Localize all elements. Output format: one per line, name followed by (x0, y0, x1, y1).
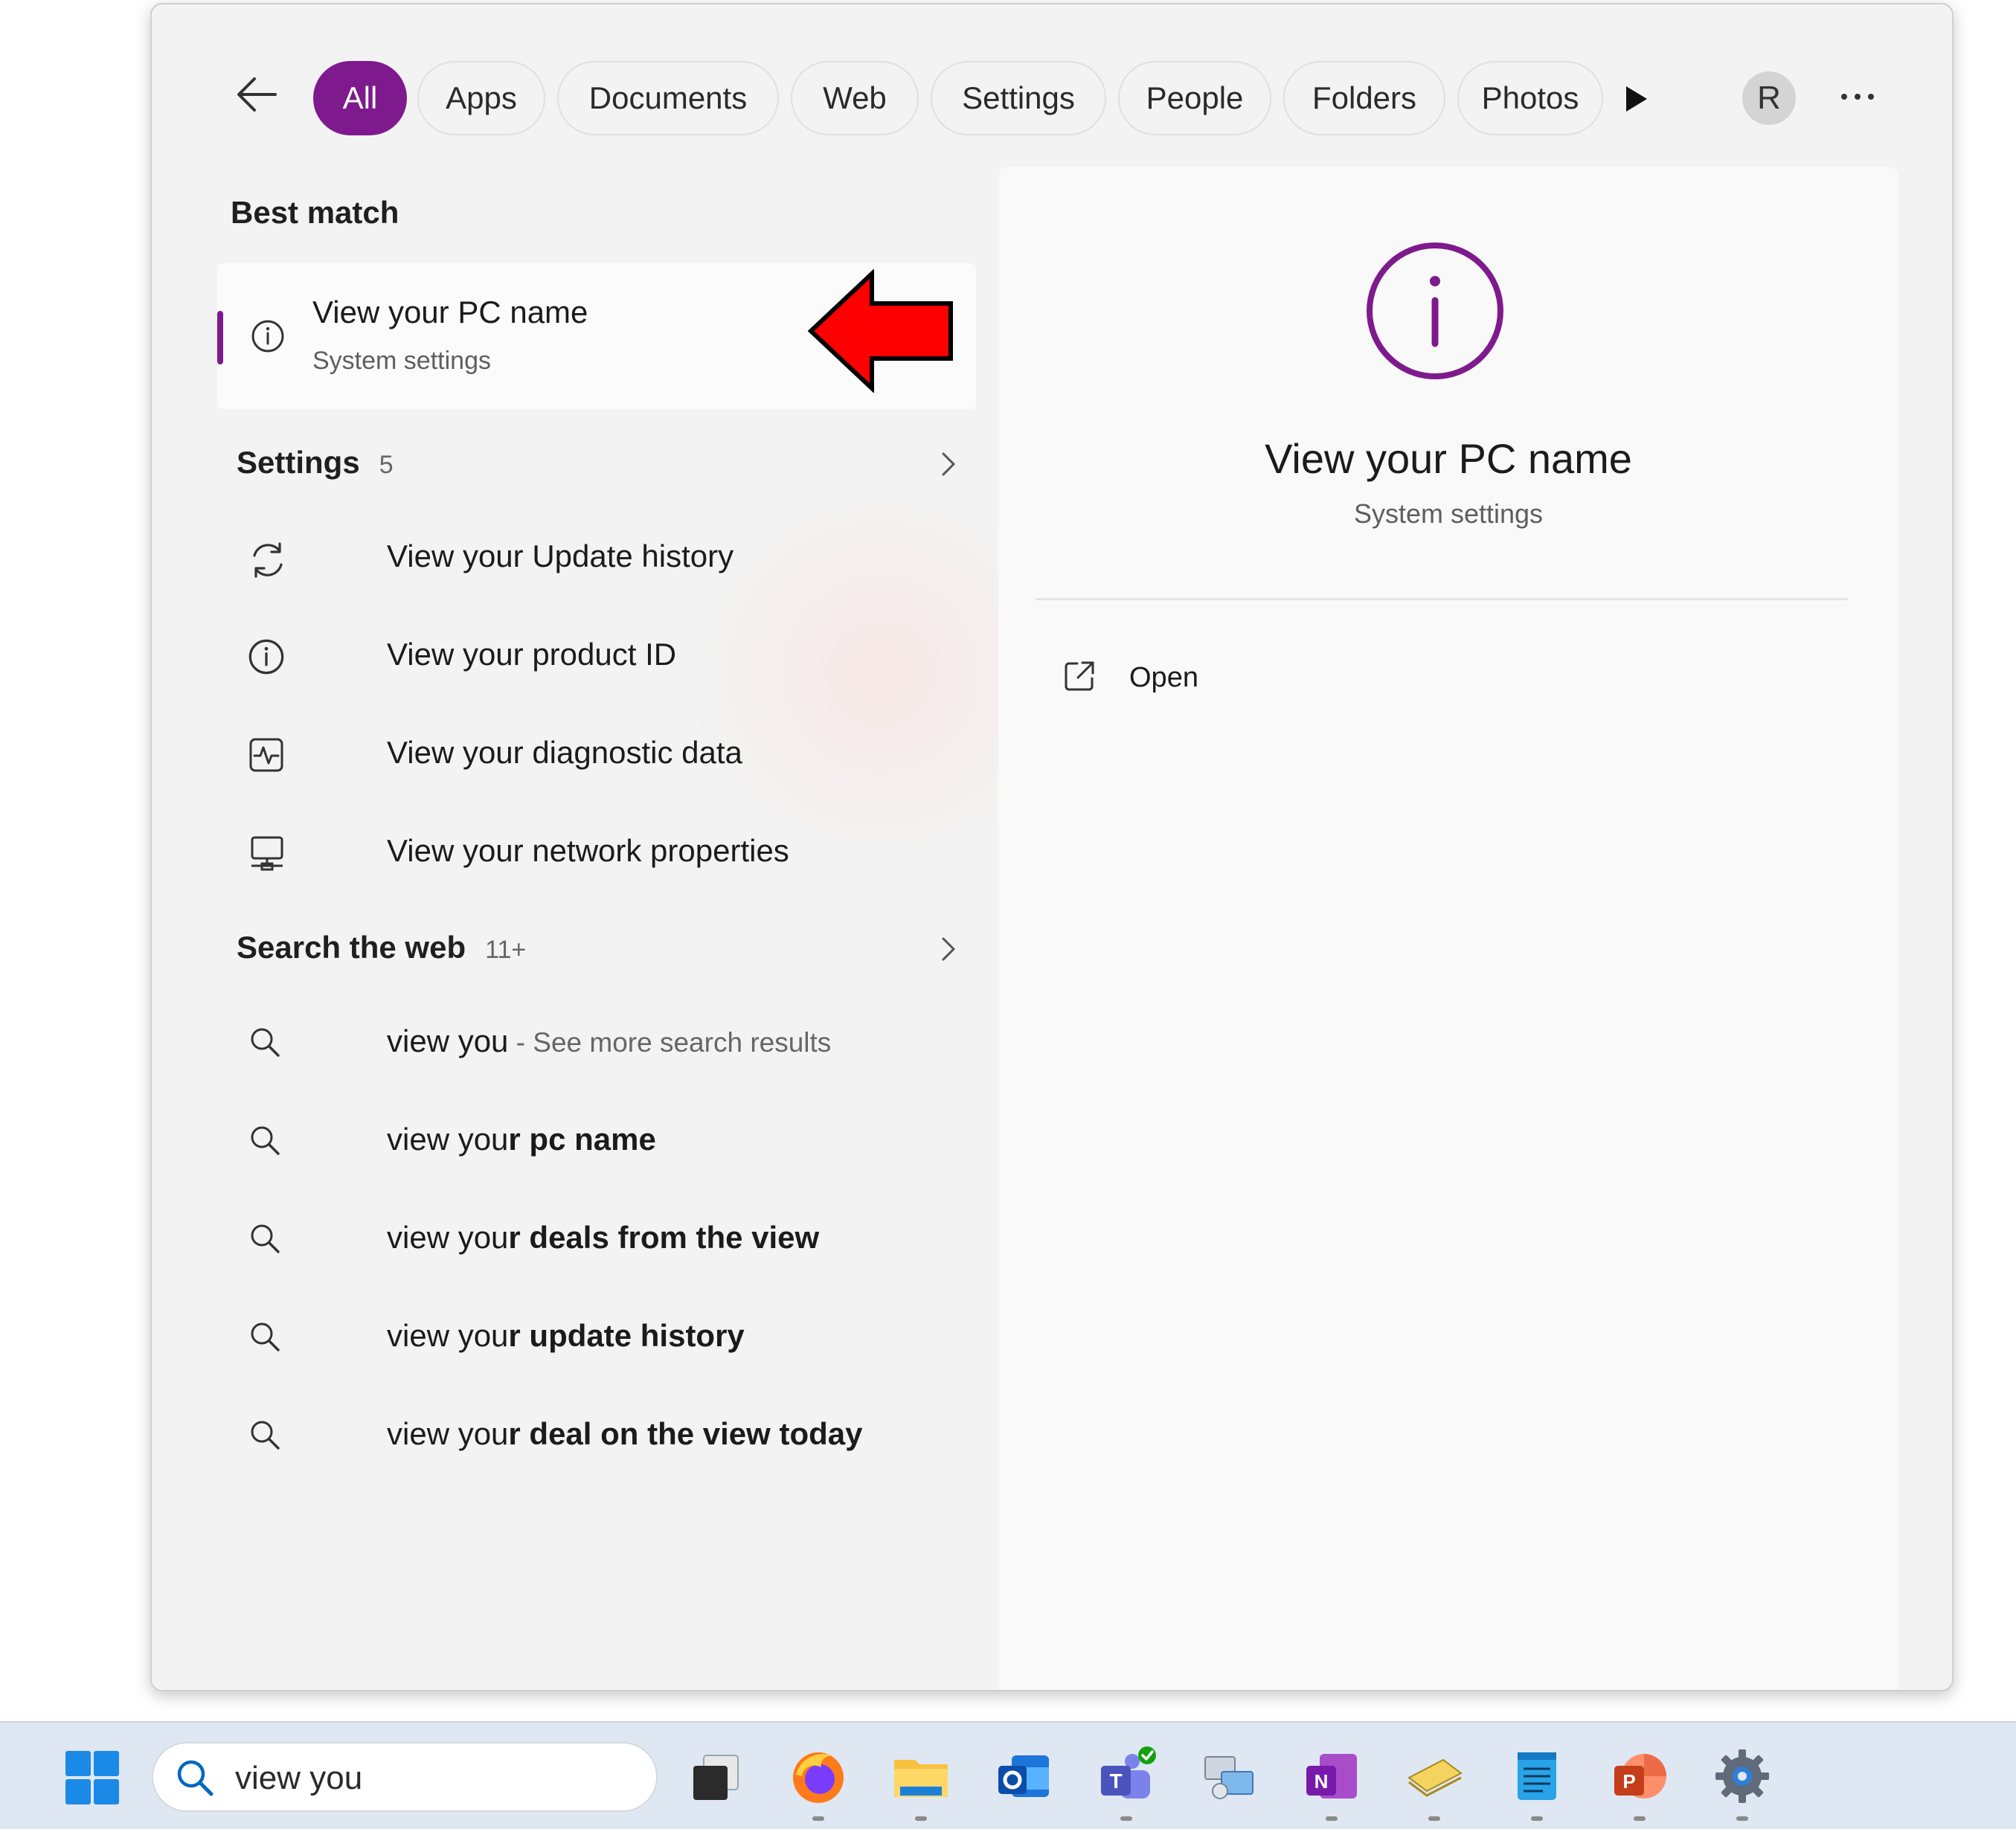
web-result-item[interactable]: view your deal on the view today (226, 1397, 970, 1471)
open-external-icon (1062, 659, 1097, 693)
taskbar: view you T N P (0, 1721, 2016, 1829)
avatar[interactable]: R (1742, 71, 1796, 125)
svg-text:P: P (1622, 1770, 1635, 1793)
query-text: view you (387, 1220, 509, 1255)
search-query-text: view you (235, 1760, 363, 1796)
web-result-label: view your deal on the view today (387, 1416, 863, 1452)
more-horizontal-icon[interactable] (1840, 92, 1875, 101)
open-button[interactable]: Open (1036, 640, 1333, 714)
web-result-label: view your deals from the view (387, 1220, 819, 1256)
web-result-item[interactable]: view your update history (226, 1299, 970, 1373)
running-indicator (1120, 1816, 1132, 1821)
tab-apps[interactable]: Apps (417, 61, 545, 135)
search-icon (247, 1024, 283, 1060)
sync-icon (247, 539, 289, 581)
windows-start-icon[interactable] (64, 1749, 121, 1806)
settings-section-heading[interactable]: Settings 5 (237, 445, 394, 480)
web-result-item[interactable]: view your pc name (226, 1102, 970, 1177)
search-icon (247, 1221, 283, 1256)
powerpoint-icon[interactable]: P (1608, 1745, 1671, 1821)
sticky-notes-icon[interactable] (1403, 1745, 1466, 1821)
settings-count: 5 (379, 451, 394, 479)
back-arrow-icon[interactable] (234, 71, 280, 118)
file-explorer-icon[interactable] (890, 1745, 952, 1821)
tab-all[interactable]: All (313, 61, 407, 135)
settings-item-diagnostic-data[interactable]: View your diagnostic data (226, 716, 970, 790)
suggestion-text: r update history (508, 1318, 745, 1353)
tab-web[interactable]: Web (791, 61, 919, 135)
query-text: view you (387, 1023, 509, 1058)
info-icon (247, 637, 286, 676)
svg-text:T: T (1109, 1769, 1122, 1793)
taskbar-search-input[interactable]: view you (152, 1742, 658, 1812)
outlook-icon[interactable] (992, 1745, 1055, 1807)
best-match-heading: Best match (231, 195, 399, 230)
onenote-icon[interactable]: N (1300, 1745, 1363, 1821)
red-arrow-annotation-icon (806, 269, 955, 393)
running-indicator (1736, 1816, 1748, 1821)
divider (1036, 598, 1848, 600)
tab-settings[interactable]: Settings (931, 61, 1106, 135)
see-more-text: - See more search results (508, 1027, 832, 1058)
web-count: 11+ (485, 936, 527, 964)
chevron-right-icon[interactable] (940, 449, 957, 479)
notepad-icon[interactable] (1506, 1745, 1568, 1821)
preview-title: View your PC name (1265, 435, 1632, 482)
running-indicator (1428, 1816, 1440, 1821)
query-text: view you (387, 1122, 509, 1157)
settings-item-label: View your network properties (387, 833, 789, 868)
open-label: Open (1129, 662, 1198, 693)
search-icon (247, 1319, 283, 1354)
diagnostic-icon (247, 736, 286, 774)
query-text: view you (387, 1318, 509, 1353)
info-icon (1364, 240, 1506, 382)
web-result-label: view your pc name (387, 1122, 656, 1157)
firefox-icon[interactable] (787, 1745, 850, 1821)
tab-photos[interactable]: Photos (1457, 61, 1603, 135)
chevron-right-icon[interactable] (940, 934, 957, 964)
running-indicator (1326, 1816, 1338, 1821)
settings-item-label: View your product ID (387, 637, 677, 672)
remote-desktop-icon[interactable] (1198, 1745, 1260, 1807)
search-icon (174, 1757, 216, 1799)
selection-indicator (217, 311, 223, 364)
settings-gear-icon[interactable] (1711, 1745, 1773, 1821)
running-indicator (812, 1816, 824, 1821)
settings-item-product-id[interactable]: View your product ID (226, 617, 970, 692)
svg-text:N: N (1314, 1770, 1329, 1793)
query-text: view you (387, 1416, 509, 1451)
tab-people[interactable]: People (1118, 61, 1271, 135)
tab-documents[interactable]: Documents (557, 61, 779, 135)
web-result-label: view you - See more search results (387, 1023, 831, 1059)
best-match-subtitle: System settings (312, 347, 491, 375)
search-icon (247, 1417, 283, 1453)
suggestion-text: r pc name (508, 1122, 656, 1157)
web-section-heading[interactable]: Search the web 11+ (237, 930, 526, 965)
settings-item-label: View your diagnostic data (387, 735, 742, 770)
web-result-label: view your update history (387, 1318, 745, 1354)
web-section-label: Search the web (237, 930, 466, 965)
search-icon (247, 1122, 283, 1158)
network-pc-icon (247, 834, 287, 874)
suggestion-text: r deal on the view today (508, 1416, 863, 1451)
running-indicator (1531, 1816, 1543, 1821)
web-result-item[interactable]: view you - See more search results (226, 1004, 970, 1079)
settings-item-network-properties[interactable]: View your network properties (226, 814, 970, 888)
tab-folders[interactable]: Folders (1283, 61, 1445, 135)
play-icon[interactable] (1625, 85, 1649, 113)
running-indicator (915, 1816, 927, 1821)
settings-item-update-history[interactable]: View your Update history (226, 519, 970, 594)
settings-section-label: Settings (237, 445, 360, 480)
task-view-icon[interactable] (684, 1745, 747, 1807)
running-indicator (1634, 1816, 1646, 1821)
settings-item-label: View your Update history (387, 539, 734, 573)
web-result-item[interactable]: view your deals from the view (226, 1200, 970, 1275)
search-flyout: All Apps Documents Web Settings People F… (150, 3, 1954, 1691)
preview-subtitle: System settings (1353, 498, 1544, 529)
best-match-title: View your PC name (312, 295, 588, 330)
teams-icon[interactable]: T (1095, 1745, 1158, 1821)
suggestion-text: r deals from the view (508, 1220, 820, 1255)
info-icon (250, 318, 286, 354)
preview-pane: View your PC name System settings Open (998, 167, 1898, 1690)
